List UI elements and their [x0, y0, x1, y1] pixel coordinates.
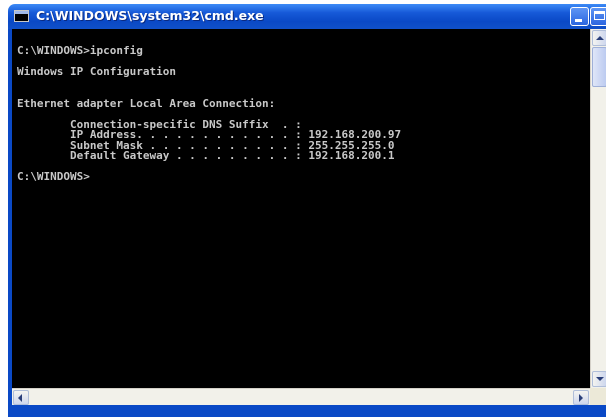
maximize-button[interactable] [590, 7, 606, 26]
console-area[interactable]: C:\WINDOWS>ipconfig Windows IP Configura… [12, 29, 590, 388]
scrollbar-corner [590, 388, 606, 405]
vertical-scroll-thumb[interactable] [592, 47, 606, 87]
scroll-down-button[interactable] [592, 371, 606, 387]
title-bar[interactable]: C:\WINDOWS\system32\cmd.exe [8, 4, 606, 29]
console-icon[interactable] [14, 10, 29, 22]
console-line: C:\WINDOWS>ipconfig [17, 44, 143, 57]
console-line: Ethernet adapter Local Area Connection: [17, 96, 276, 110]
console-output: C:\WINDOWS>ipconfig Windows IP Configura… [17, 44, 401, 183]
scroll-left-button[interactable] [13, 390, 29, 405]
console-line: Windows IP Configuration [17, 65, 176, 78]
vertical-scrollbar[interactable] [590, 29, 606, 388]
scroll-up-button[interactable] [592, 30, 606, 46]
scroll-right-button[interactable] [573, 390, 589, 405]
window-frame-bottom [8, 405, 606, 417]
cmd-window: C:\WINDOWS\system32\cmd.exe C:\WINDOWS>i… [0, 0, 606, 417]
console-line: C:\WINDOWS> [17, 170, 90, 183]
horizontal-scrollbar[interactable] [12, 388, 590, 405]
window-title: C:\WINDOWS\system32\cmd.exe [36, 8, 264, 23]
minimize-button[interactable] [570, 7, 589, 26]
console-line: Default Gateway . . . . . . . . . : 192.… [17, 149, 395, 162]
